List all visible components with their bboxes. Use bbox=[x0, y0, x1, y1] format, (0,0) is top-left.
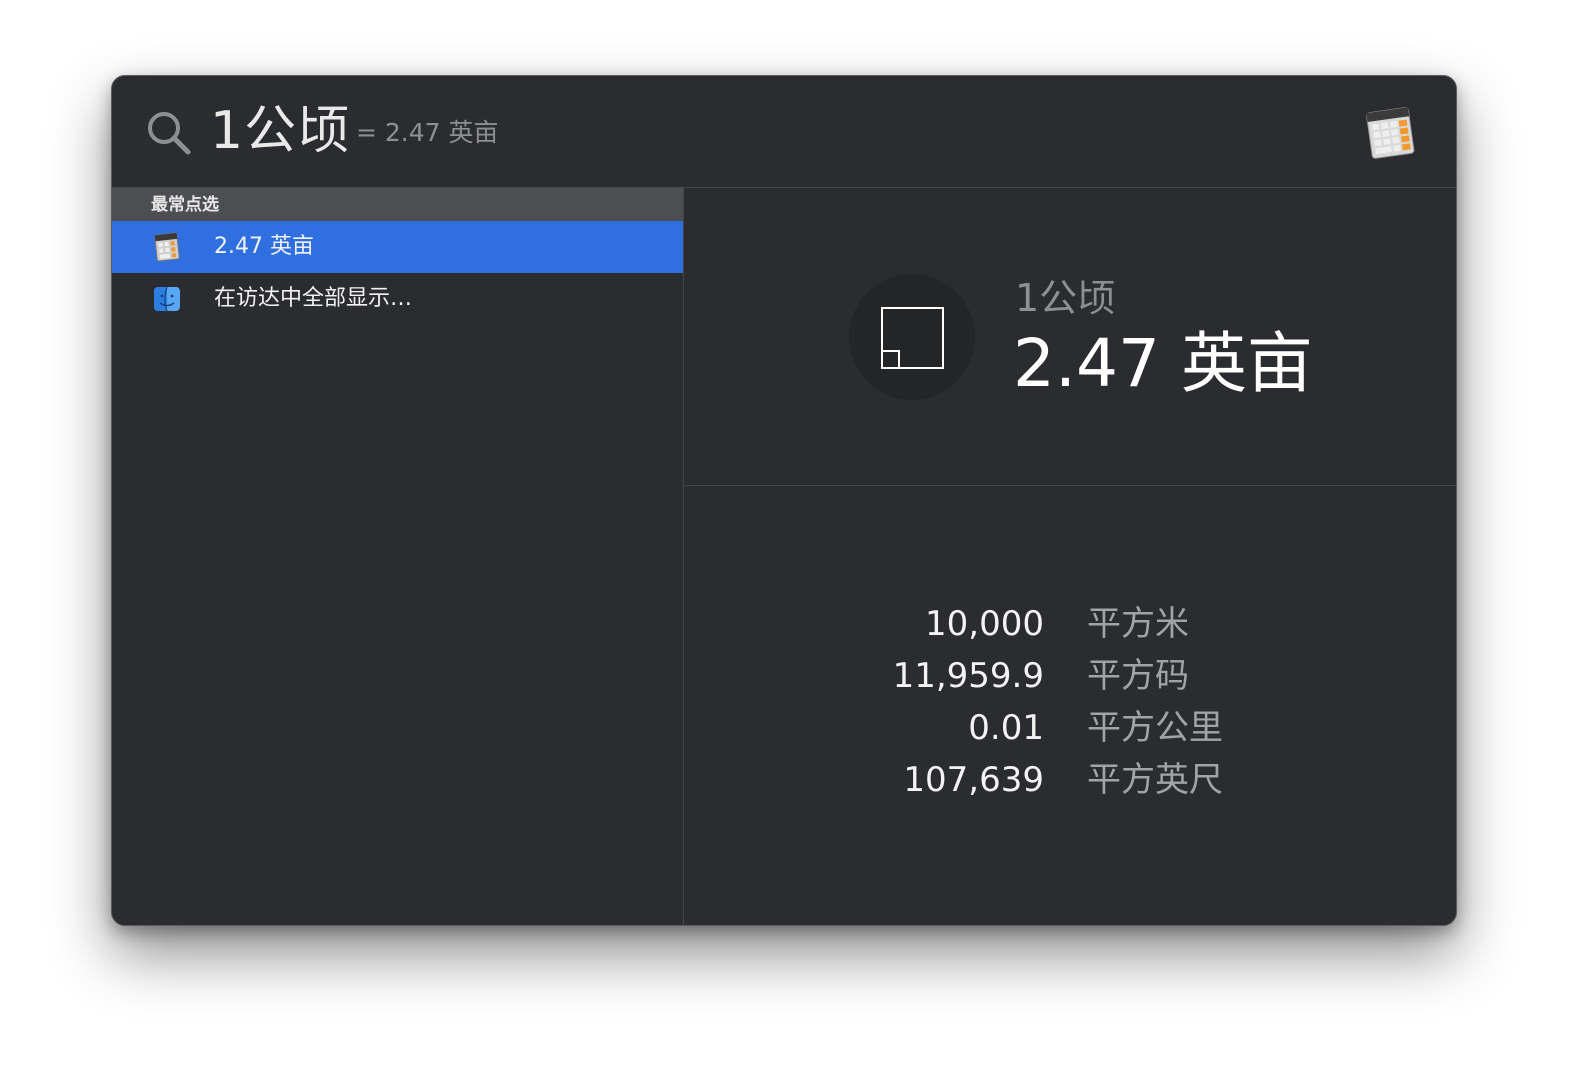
search-completion: = 2.47 英亩 bbox=[356, 118, 499, 147]
conversion-value: 107,639 bbox=[903, 760, 1044, 800]
search-query[interactable]: 1公顷 bbox=[210, 98, 350, 164]
preview-result[interactable]: 2.47 英亩 bbox=[1013, 322, 1313, 406]
conversion-unit: 平方公里 bbox=[1087, 708, 1223, 748]
result-item-show-all-in-finder[interactable]: 在访达中全部显示… bbox=[112, 273, 683, 325]
result-item-label: 2.47 英亩 bbox=[214, 234, 314, 259]
calculator-icon bbox=[154, 232, 180, 262]
conversion-value: 0.01 bbox=[968, 708, 1044, 748]
results-list: 最常点选 2.47 英亩 在访达中全部显示… bbox=[112, 188, 684, 925]
section-header-top-hits: 最常点选 bbox=[112, 188, 683, 221]
conversion-list: 10,000 平方米 11,959.9 平方码 0.01 平方公里 107,63… bbox=[685, 486, 1456, 925]
search-icon bbox=[148, 112, 191, 155]
conversion-unit: 平方米 bbox=[1087, 604, 1189, 644]
search-bar[interactable]: 1公顷 = 2.47 英亩 bbox=[112, 76, 1456, 188]
conversion-row: 0.01 平方公里 bbox=[685, 702, 1456, 754]
result-item-calculation[interactable]: 2.47 英亩 bbox=[112, 221, 683, 273]
result-item-label: 在访达中全部显示… bbox=[214, 286, 413, 311]
preview-pane: 1公顷 2.47 英亩 10,000 平方米 11,959.9 平方码 0.01… bbox=[685, 188, 1456, 925]
conversion-row: 107,639 平方英尺 bbox=[685, 754, 1456, 806]
conversion-value: 10,000 bbox=[925, 604, 1044, 644]
conversion-unit: 平方英尺 bbox=[1087, 760, 1223, 800]
area-icon bbox=[849, 274, 975, 400]
spotlight-window: 1公顷 = 2.47 英亩 最常点选 2.47 英亩 在访达中全部显示… 1公顷… bbox=[111, 75, 1457, 926]
finder-icon bbox=[154, 286, 180, 312]
calculator-app-icon bbox=[1366, 107, 1415, 159]
conversion-unit: 平方码 bbox=[1087, 656, 1189, 696]
conversion-row: 11,959.9 平方码 bbox=[685, 650, 1456, 702]
conversion-value: 11,959.9 bbox=[892, 656, 1044, 696]
conversion-preview: 1公顷 2.47 英亩 bbox=[685, 188, 1456, 486]
conversion-row: 10,000 平方米 bbox=[685, 598, 1456, 650]
preview-input: 1公顷 bbox=[1015, 276, 1116, 320]
